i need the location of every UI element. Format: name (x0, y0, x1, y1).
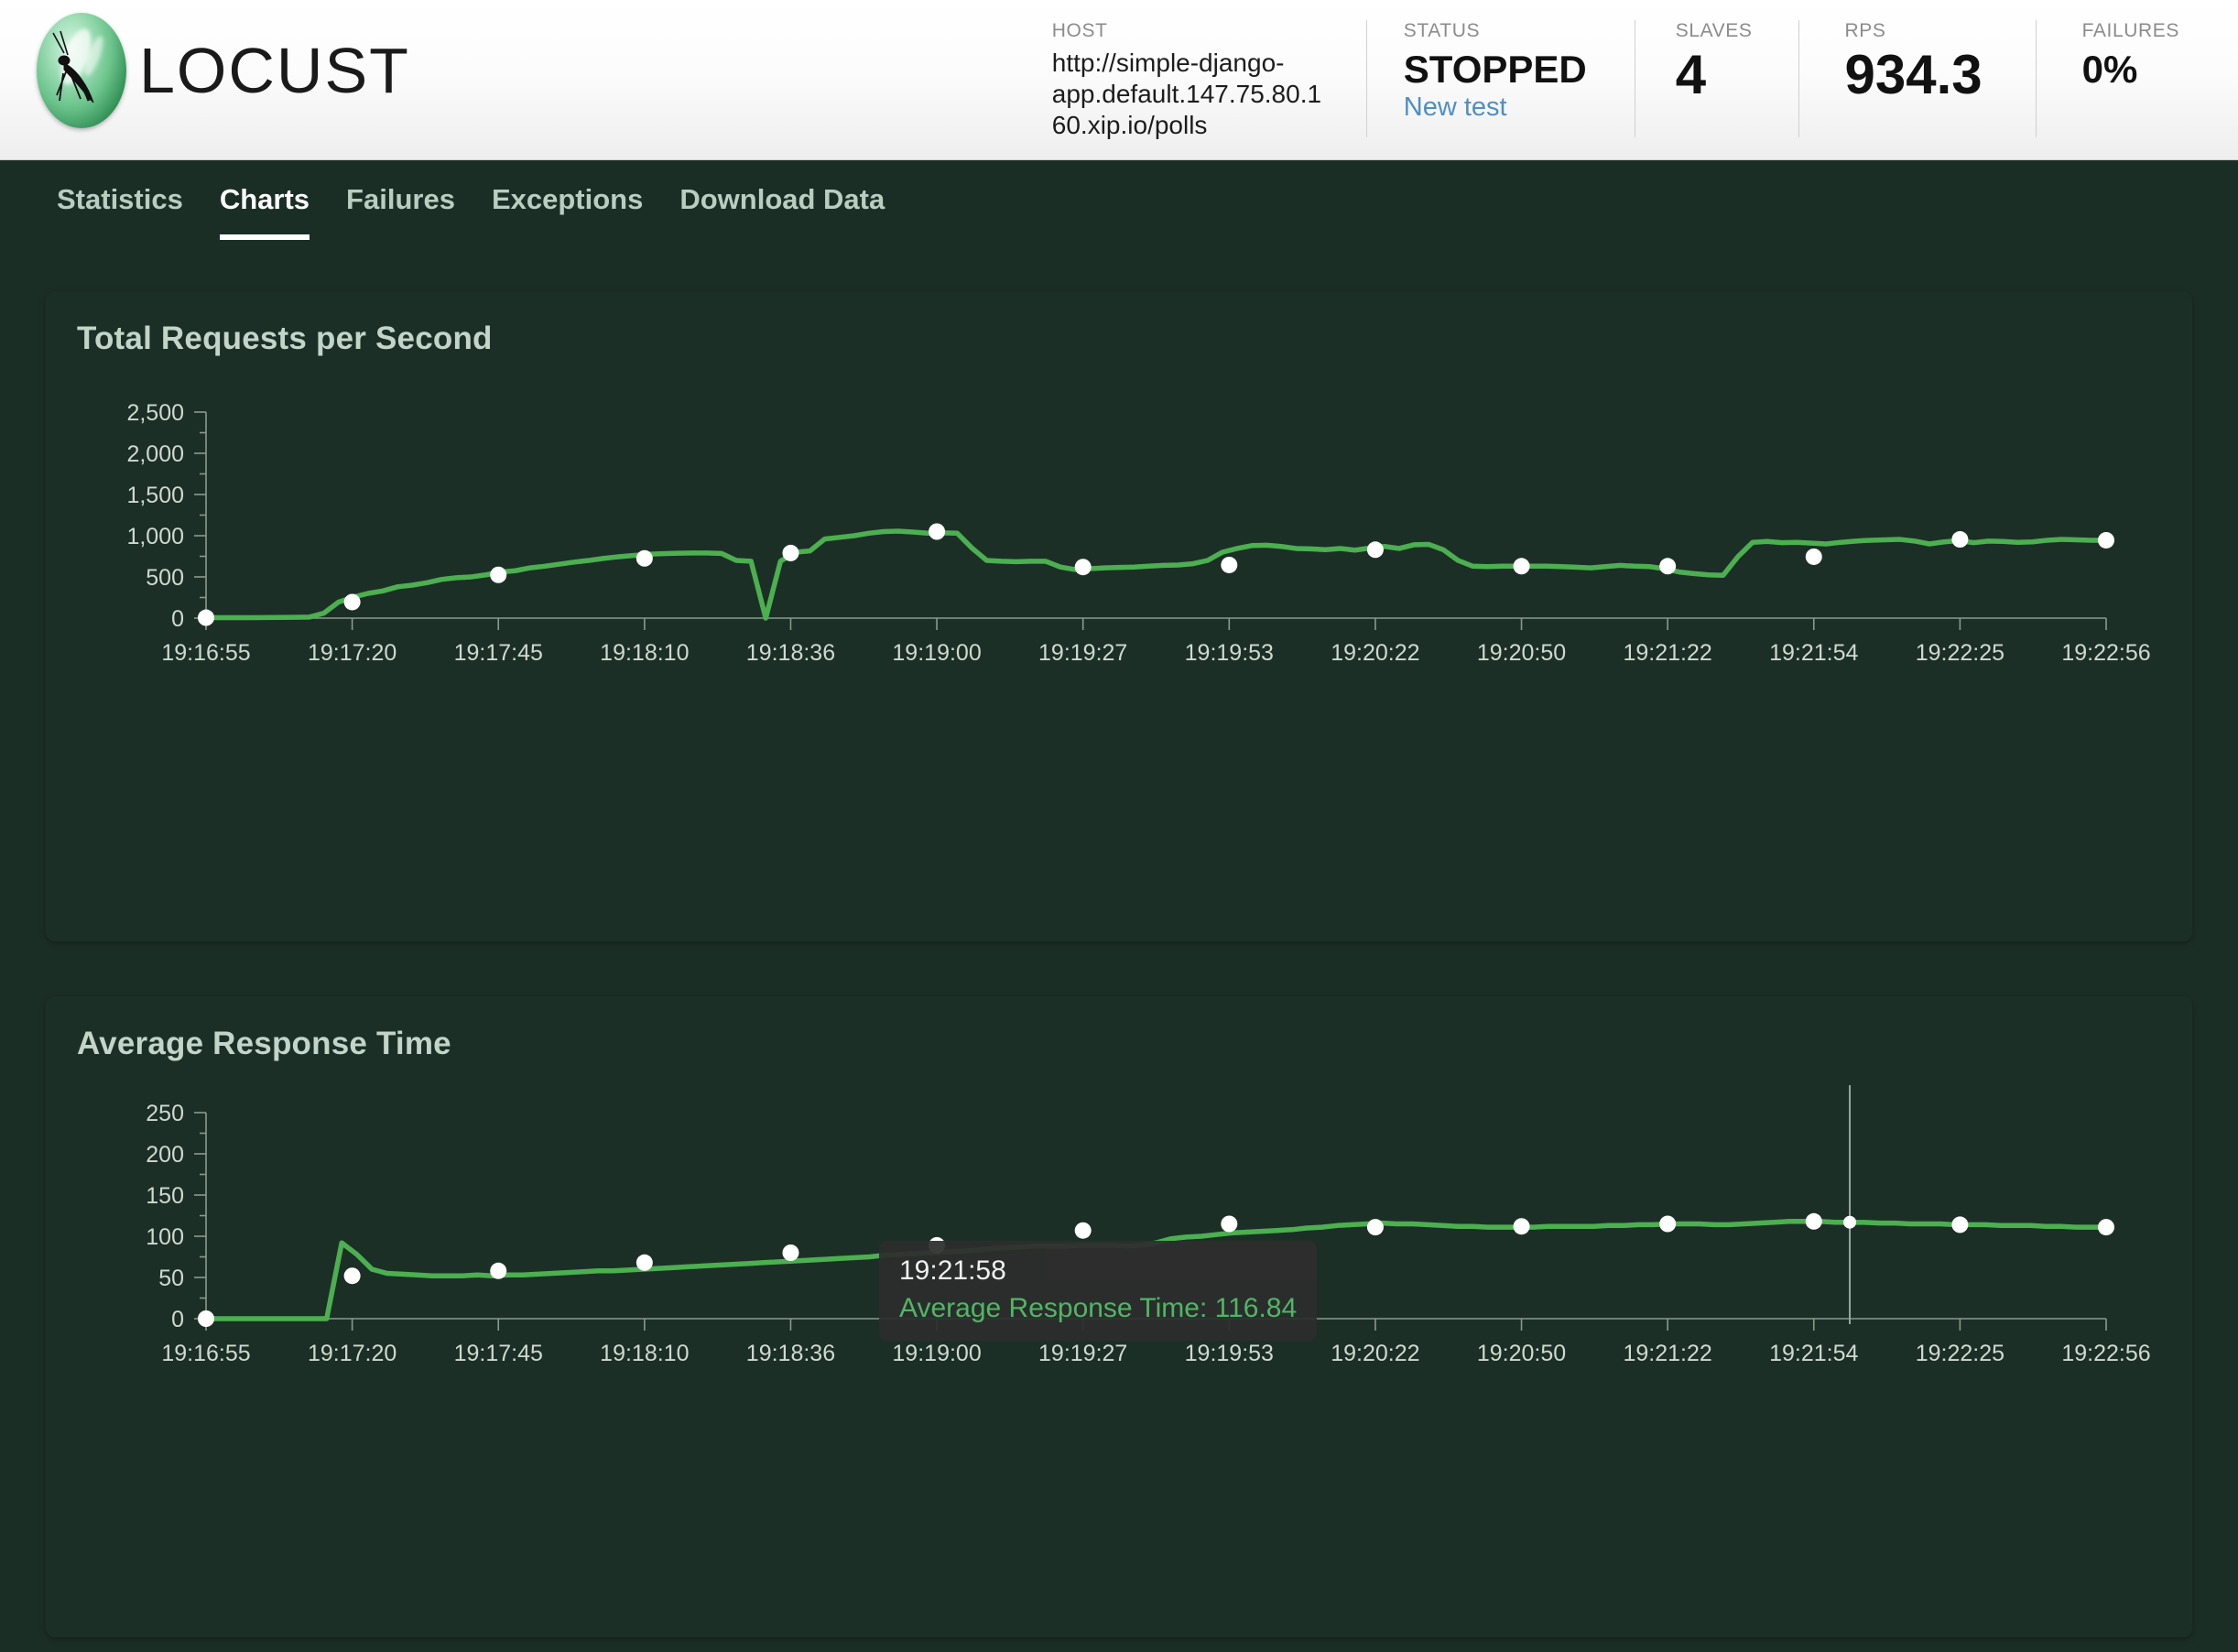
tab-exceptions[interactable]: Exceptions (492, 160, 643, 225)
new-test-link[interactable]: New test (1404, 92, 1587, 123)
svg-text:50: 50 (158, 1266, 184, 1291)
svg-text:150: 150 (146, 1183, 184, 1209)
svg-text:100: 100 (146, 1224, 184, 1250)
app-header: LOCUST HOST http://simple-django-app.def… (0, 0, 2238, 160)
svg-text:19:21:22: 19:21:22 (1623, 640, 1711, 666)
stat-failures: FAILURES 0% (2036, 20, 2179, 137)
svg-text:19:18:36: 19:18:36 (746, 640, 835, 666)
svg-text:19:18:36: 19:18:36 (746, 1341, 835, 1366)
stat-slaves-value: 4 (1676, 48, 1753, 103)
svg-text:19:20:22: 19:20:22 (1331, 1341, 1419, 1366)
stat-host-value: http://simple-django-app.default.147.75.… (1052, 48, 1331, 141)
svg-text:2,000: 2,000 (126, 441, 184, 467)
stat-rps-value: 934.3 (1845, 48, 1983, 103)
stat-status: STATUS STOPPED New test (1366, 20, 1635, 137)
stat-rps: RPS 934.3 (1798, 20, 2036, 137)
svg-text:19:17:20: 19:17:20 (308, 1341, 397, 1366)
stat-failures-label: FAILURES (2082, 20, 2179, 42)
svg-text:1,500: 1,500 (126, 483, 184, 508)
svg-text:19:21:54: 19:21:54 (1769, 640, 1858, 666)
header-stats: HOST http://simple-django-app.default.14… (1052, 20, 2179, 137)
svg-text:19:19:27: 19:19:27 (1038, 640, 1127, 666)
svg-text:19:22:56: 19:22:56 (2061, 1341, 2150, 1366)
chart-area-rps[interactable]: 0 500 1,000 1,500 2,000 2,500 19:16:55 19:17:20… (46, 357, 2192, 925)
svg-text:250: 250 (146, 1101, 184, 1126)
svg-text:19:19:00: 19:19:00 (892, 1341, 981, 1366)
chart-title-rps: Total Requests per Second (46, 291, 2192, 357)
stat-rps-label: RPS (1845, 20, 1983, 42)
svg-text:1,000: 1,000 (126, 524, 184, 549)
stat-host-label: HOST (1052, 20, 1331, 42)
svg-text:19:20:50: 19:20:50 (1477, 1341, 1566, 1366)
svg-text:0: 0 (171, 1307, 184, 1332)
svg-text:19:19:53: 19:19:53 (1185, 1341, 1274, 1366)
svg-text:19:16:55: 19:16:55 (161, 1341, 250, 1366)
tab-failures[interactable]: Failures (346, 160, 455, 225)
chart-title-art: Average Response Time (46, 996, 2192, 1062)
tab-download-data[interactable]: Download Data (679, 160, 885, 225)
svg-text:19:21:54: 19:21:54 (1769, 1341, 1858, 1366)
logo-text: LOCUST (139, 34, 410, 107)
svg-text:19:18:10: 19:18:10 (600, 1341, 689, 1366)
stat-host: HOST http://simple-django-app.default.14… (1052, 20, 1366, 137)
stat-slaves-label: SLAVES (1676, 20, 1753, 42)
svg-text:0: 0 (171, 606, 184, 632)
svg-text:19:22:25: 19:22:25 (1916, 1341, 2004, 1366)
chart-area-art[interactable]: 0 50 100 150 200 250 19:16:55 19:17:20 19:17:45 1… (46, 1062, 2192, 1625)
locust-egg-icon (37, 13, 126, 128)
svg-text:19:17:45: 19:17:45 (454, 640, 543, 666)
svg-text:19:17:45: 19:17:45 (454, 1341, 543, 1366)
logo[interactable]: LOCUST (37, 13, 410, 128)
svg-text:19:18:10: 19:18:10 (600, 640, 689, 666)
svg-text:19:17:20: 19:17:20 (308, 640, 397, 666)
stat-slaves: SLAVES 4 (1635, 20, 1798, 137)
svg-text:19:20:22: 19:20:22 (1331, 640, 1419, 666)
svg-text:19:19:00: 19:19:00 (892, 640, 981, 666)
svg-text:19:22:56: 19:22:56 (2061, 640, 2150, 666)
svg-text:19:19:27: 19:19:27 (1038, 1341, 1127, 1366)
svg-text:19:16:55: 19:16:55 (161, 640, 250, 666)
svg-text:2,500: 2,500 (126, 400, 184, 426)
stat-failures-value: 0% (2082, 48, 2179, 91)
panel-average-response-time: Average Response Time 0 50 100 150 200 250 19:… (46, 996, 2192, 1637)
panel-total-requests-per-second: Total Requests per Second 0 500 1,000 1,500… (46, 291, 2192, 941)
main-nav: Statistics Charts Failures Exceptions Do… (0, 160, 2238, 256)
svg-text:500: 500 (146, 565, 184, 591)
tab-charts[interactable]: Charts (220, 160, 310, 225)
svg-text:19:21:22: 19:21:22 (1623, 1341, 1711, 1366)
svg-text:200: 200 (146, 1142, 184, 1168)
svg-text:19:22:25: 19:22:25 (1916, 640, 2004, 666)
stat-status-label: STATUS (1404, 20, 1587, 42)
svg-text:19:19:53: 19:19:53 (1185, 640, 1274, 666)
tab-statistics[interactable]: Statistics (57, 160, 183, 225)
svg-text:19:20:50: 19:20:50 (1477, 640, 1566, 666)
stat-status-value: STOPPED (1404, 48, 1587, 91)
